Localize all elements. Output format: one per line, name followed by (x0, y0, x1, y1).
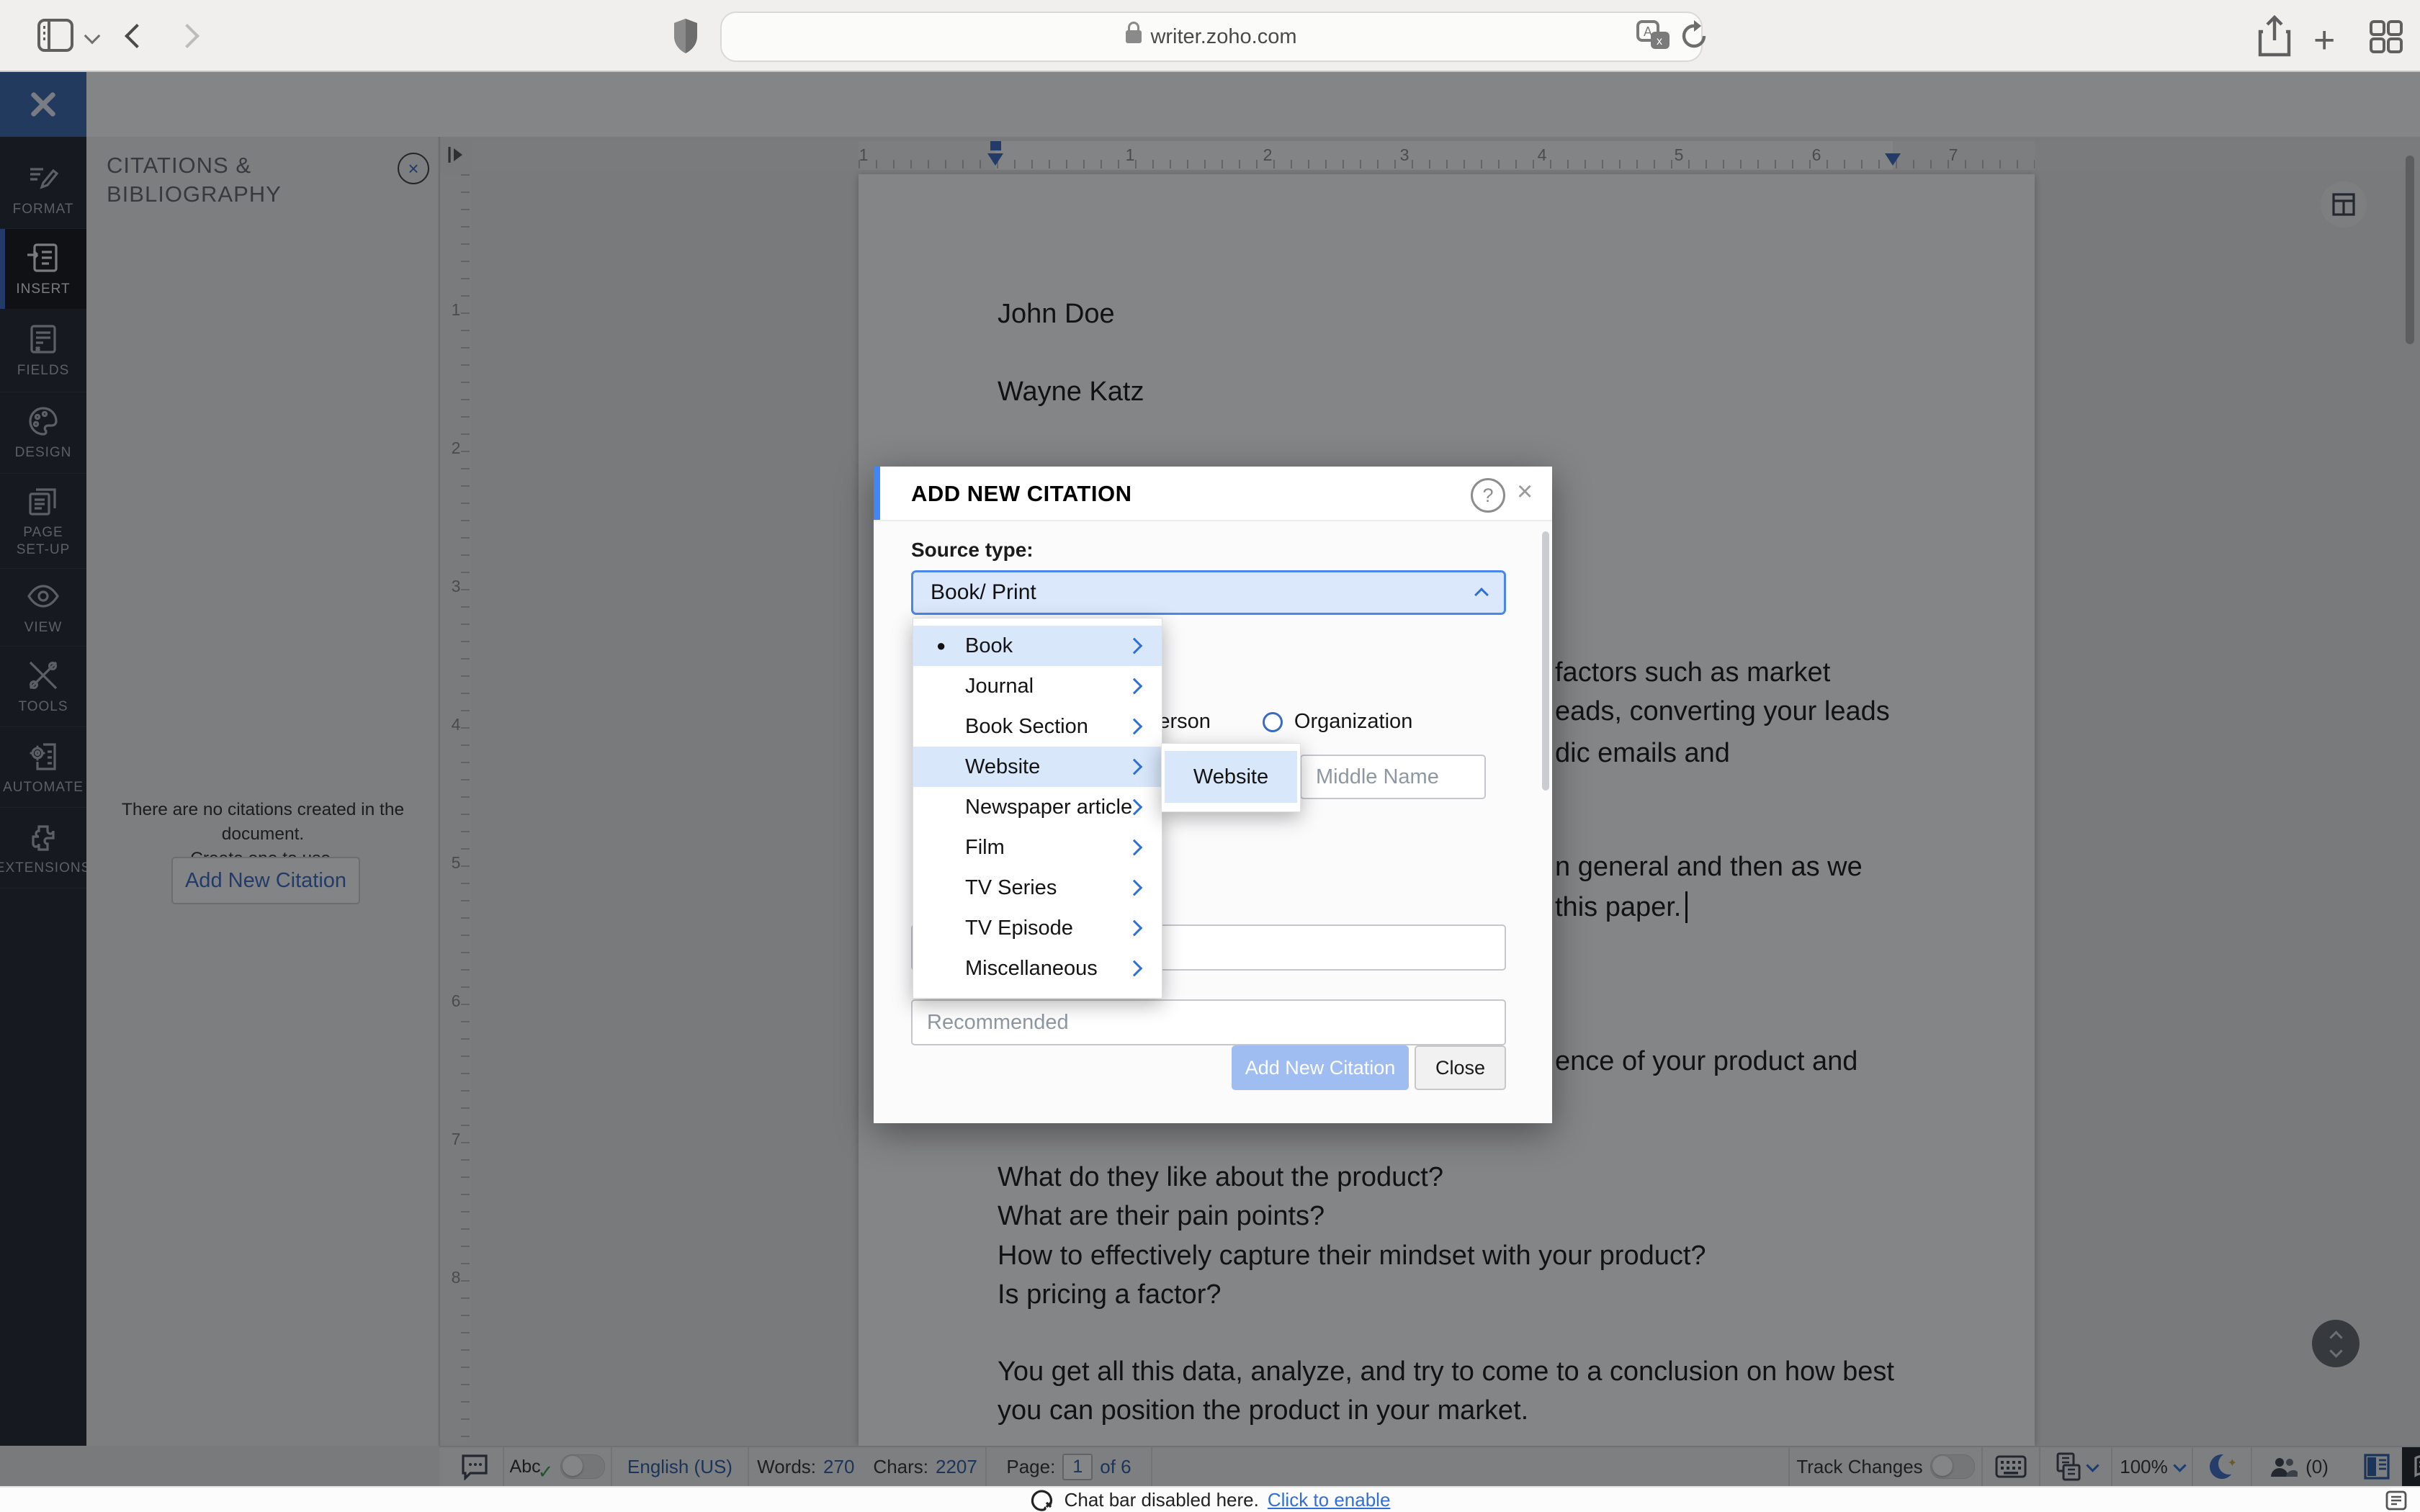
dialog-header: ADD NEW CITATION ? × (874, 467, 1552, 521)
address-bar[interactable]: writer.zoho.com (720, 12, 1703, 62)
reload-icon[interactable] (1678, 20, 1710, 52)
menu-item-book-section[interactable]: Book Section (913, 706, 1162, 747)
chat-bar-text: Chat bar disabled here. (1065, 1489, 1259, 1511)
dialog-add-citation-button[interactable]: Add New Citation (1232, 1045, 1409, 1090)
forward-button (175, 24, 200, 48)
chevron-right-icon (1126, 920, 1143, 937)
menu-item-newspaper-article[interactable]: Newspaper article (913, 787, 1162, 827)
organization-radio-label: Organization (1294, 710, 1412, 734)
new-tab-icon[interactable]: + (2313, 19, 2335, 62)
menu-item-journal[interactable]: Journal (913, 666, 1162, 706)
help-icon[interactable]: ? (1471, 478, 1505, 513)
submenu-item-website[interactable]: Website (1165, 751, 1297, 803)
dialog-close-button[interactable]: Close (1415, 1045, 1506, 1090)
svg-text:x: x (1657, 35, 1662, 48)
url-text: writer.zoho.com (1150, 25, 1296, 49)
chevron-up-icon (1474, 588, 1489, 602)
chevron-right-icon (1126, 880, 1143, 896)
style-input[interactable] (911, 999, 1506, 1045)
chevron-right-icon (1126, 678, 1143, 695)
dialog-close-icon[interactable]: × (1517, 478, 1533, 505)
browser-chrome: writer.zoho.com Ax + (0, 0, 2420, 72)
translate-icon[interactable]: Ax (1636, 20, 1671, 52)
chat-panel-icon[interactable] (2385, 1490, 2407, 1511)
source-type-label: Source type: (911, 539, 1034, 562)
menu-item-tv-series[interactable]: TV Series (913, 868, 1162, 908)
shield-icon[interactable] (671, 17, 700, 55)
selected-bullet-icon: ● (936, 636, 946, 655)
chat-enable-link[interactable]: Click to enable (1268, 1489, 1391, 1511)
chat-bar: Chat bar disabled here. Click to enable (0, 1486, 2420, 1512)
dialog-title: ADD NEW CITATION (911, 481, 1131, 507)
dialog-scrollbar[interactable] (1542, 531, 1549, 791)
tab-overview-icon[interactable] (2368, 19, 2404, 55)
menu-item-book[interactable]: ● Book (913, 626, 1162, 666)
share-icon[interactable] (2256, 14, 2293, 58)
menu-item-tv-episode[interactable]: TV Episode (913, 908, 1162, 948)
chevron-right-icon (1126, 960, 1143, 977)
menu-item-miscellaneous[interactable]: Miscellaneous (913, 948, 1162, 989)
chat-disabled-icon (1030, 1488, 1056, 1512)
back-button[interactable] (125, 24, 149, 48)
chevron-right-icon (1126, 759, 1143, 775)
lock-icon (1126, 30, 1142, 43)
menu-item-website[interactable]: Website (913, 747, 1162, 787)
organization-radio[interactable] (1263, 712, 1283, 732)
chevron-right-icon (1126, 840, 1143, 856)
sidebar-chevron-icon[interactable] (84, 28, 101, 45)
website-submenu: Website (1161, 743, 1301, 812)
chevron-right-icon (1126, 638, 1143, 654)
chevron-right-icon (1126, 719, 1143, 735)
source-type-menu: ● Book Journal Book Section Website News… (913, 618, 1162, 999)
menu-item-film[interactable]: Film (913, 827, 1162, 868)
source-type-select[interactable]: Book/ Print (911, 570, 1506, 615)
middle-name-input[interactable] (1300, 755, 1486, 799)
sidebar-toggle-icon[interactable] (37, 19, 73, 52)
